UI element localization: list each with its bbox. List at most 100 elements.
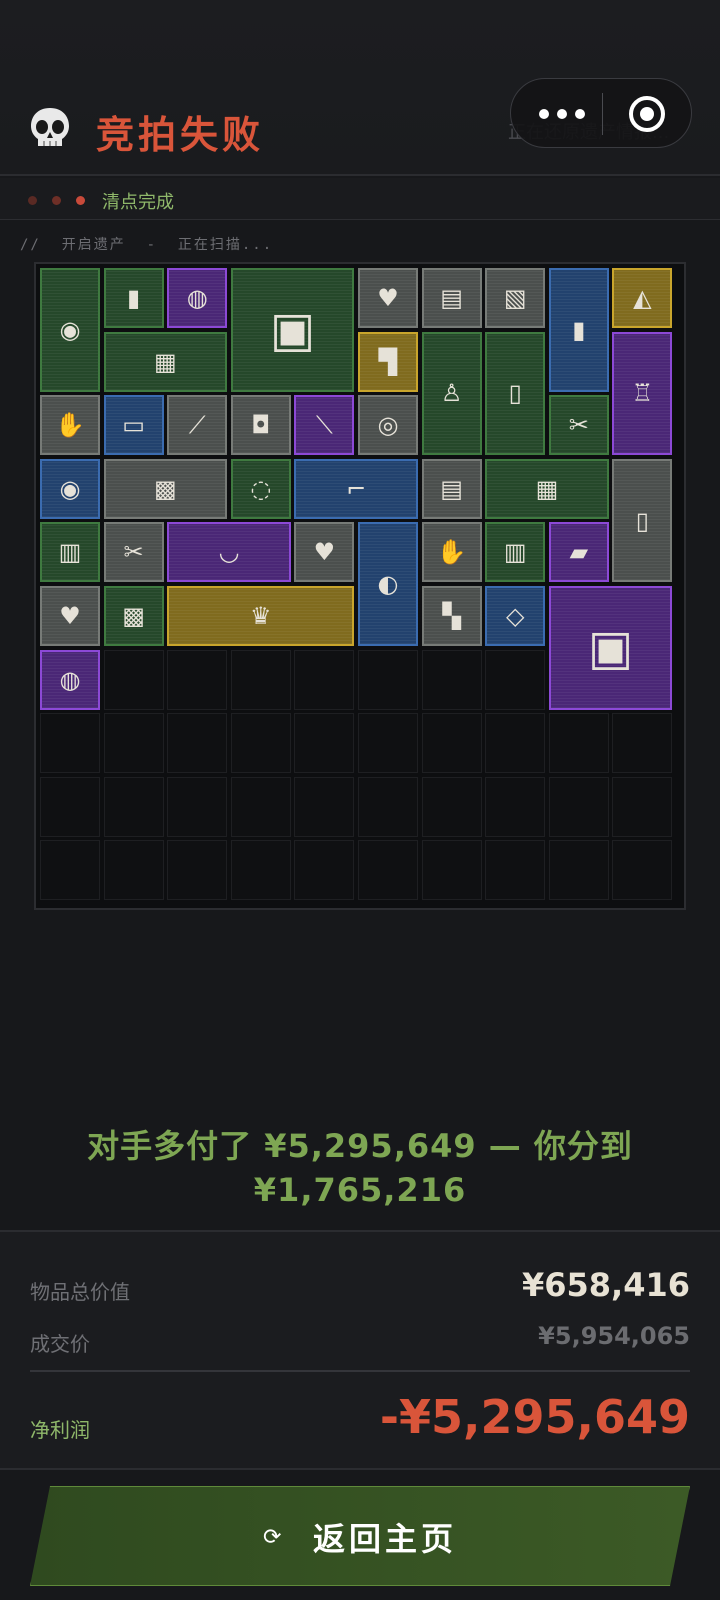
inhaler-item[interactable]: ▜ xyxy=(358,331,418,392)
inventory-slot xyxy=(40,840,100,901)
map-item[interactable]: ▦ xyxy=(485,458,609,519)
necklace-item[interactable]: ◡ xyxy=(167,522,291,583)
lantern-item[interactable]: ♖ xyxy=(612,331,673,456)
inventory-slot xyxy=(421,840,482,901)
status-dot xyxy=(52,196,61,205)
coin-item[interactable]: ◉ xyxy=(40,458,100,519)
card-item[interactable]: ♥ xyxy=(358,268,418,328)
result-line-2: ¥1,765,216 xyxy=(253,1171,467,1209)
inventory-slot xyxy=(167,776,228,837)
inventory-slot xyxy=(294,713,355,774)
inventory-slot xyxy=(612,713,673,774)
usb-item[interactable]: ▭ xyxy=(103,395,164,456)
spray-can-item[interactable]: ▯ xyxy=(485,331,546,456)
inventory-slot xyxy=(294,776,355,837)
return-home-button[interactable]: ⟳ 返回主页 xyxy=(30,1486,690,1586)
tiara-item[interactable]: ♛ xyxy=(167,586,355,646)
stethoscope-item[interactable]: ◐ xyxy=(358,522,418,646)
disc-item[interactable]: ◎ xyxy=(358,395,418,456)
spray-can-icon: ▯ xyxy=(508,379,522,408)
photo-item[interactable]: ▩ xyxy=(103,458,228,519)
photo-icon: ▩ xyxy=(154,474,177,503)
metal-sheet-icon: ◇ xyxy=(505,602,525,630)
summary-divider xyxy=(30,1370,690,1372)
summary-panel: 物品总价值 ¥658,416 成交价 ¥5,954,065 净利润 -¥5,29… xyxy=(0,1230,720,1470)
inventory-slot xyxy=(612,840,673,901)
statue-item[interactable]: ♙ xyxy=(421,331,482,456)
psu-icon: ▣ xyxy=(269,301,316,358)
circuit-board-item[interactable]: ▩ xyxy=(103,586,164,646)
card-item[interactable]: ♥ xyxy=(40,586,100,646)
lighter-icon: ▮ xyxy=(126,284,141,312)
inventory-slot xyxy=(358,649,418,710)
toothpaste-icon: ▯ xyxy=(635,506,649,535)
scan-text: // 开启遗产 - 正在扫描... xyxy=(20,237,274,253)
more-icon[interactable] xyxy=(539,101,589,127)
inventory-slot xyxy=(167,649,228,710)
bar-item[interactable]: ▰ xyxy=(548,522,609,583)
status-label: 清点完成 xyxy=(102,192,174,213)
ring-item[interactable]: ◍ xyxy=(40,649,100,710)
inventory-slot xyxy=(294,649,355,710)
pliers-item[interactable]: ✂ xyxy=(548,395,609,456)
ring-icon: ◍ xyxy=(59,665,81,694)
header-bar: 竞拍失败 正在还原遗产情报... xyxy=(0,0,720,176)
ball-item[interactable]: ◍ xyxy=(167,268,228,328)
pipe-item[interactable]: ⌐ xyxy=(294,458,418,519)
inhaler-icon: ▜ xyxy=(378,347,398,376)
total-value: ¥658,416 xyxy=(521,1266,690,1304)
lighter-item[interactable]: ▮ xyxy=(103,268,164,328)
gauge-item[interactable]: ◉ xyxy=(40,268,100,392)
metal-sheet-item[interactable]: ◇ xyxy=(485,586,546,646)
flashlight-item[interactable]: ⟍ xyxy=(294,395,355,456)
protein-can-item[interactable]: ▤ xyxy=(421,268,482,328)
inventory-slot xyxy=(167,713,228,774)
inventory-slot xyxy=(485,840,546,901)
tape-measure-item[interactable]: ◘ xyxy=(230,395,291,456)
necklace-icon: ◡ xyxy=(218,538,240,567)
skull-icon xyxy=(31,108,69,146)
glove-item[interactable]: ✋ xyxy=(40,395,100,456)
brush-item[interactable]: ⟋ xyxy=(167,395,228,456)
inventory-slot xyxy=(548,840,609,901)
circuit-board-icon: ▩ xyxy=(122,602,145,630)
card-item[interactable]: ♥ xyxy=(294,522,355,583)
blueprint-item[interactable]: ▦ xyxy=(103,331,228,392)
inventory-slot xyxy=(421,776,482,837)
card-icon: ♥ xyxy=(59,602,81,630)
cheese-item[interactable]: ◭ xyxy=(612,268,673,328)
gauge-icon: ◉ xyxy=(59,315,81,344)
inventory-slot xyxy=(358,840,418,901)
glove-item[interactable]: ✋ xyxy=(421,522,482,583)
inventory-slot xyxy=(358,776,418,837)
jar-item[interactable]: ▥ xyxy=(485,522,546,583)
tiara-icon: ♛ xyxy=(250,602,272,630)
scissors-item[interactable]: ✂ xyxy=(103,522,164,583)
miniapp-capsule[interactable] xyxy=(510,78,692,148)
incubator-item[interactable]: ▣ xyxy=(548,586,673,710)
black-powder-icon: ▮ xyxy=(572,315,586,344)
close-miniapp-icon[interactable] xyxy=(629,96,665,132)
inventory-slot xyxy=(548,776,609,837)
protein-can-icon: ▤ xyxy=(440,474,463,503)
inventory-slot xyxy=(40,776,100,837)
stethoscope-icon: ◐ xyxy=(377,570,399,599)
inventory-slot xyxy=(230,840,291,901)
card-icon: ♥ xyxy=(313,538,336,567)
grip-item[interactable]: ▚ xyxy=(421,586,482,646)
jar-icon: ▥ xyxy=(58,538,82,567)
tape-measure-icon: ◘ xyxy=(251,411,271,440)
glove-icon: ✋ xyxy=(436,538,467,567)
profit-value: -¥5,295,649 xyxy=(379,1390,690,1444)
protein-can-item[interactable]: ▤ xyxy=(421,458,482,519)
jar-item[interactable]: ▥ xyxy=(40,522,100,583)
psu-item[interactable]: ▣ xyxy=(230,268,355,392)
inventory-slot xyxy=(103,776,164,837)
hose-item[interactable]: ◌ xyxy=(230,458,291,519)
incubator-icon: ▣ xyxy=(587,619,634,676)
snack-item[interactable]: ▧ xyxy=(485,268,546,328)
inventory-slot xyxy=(485,776,546,837)
inventory-slot xyxy=(230,713,291,774)
toothpaste-item[interactable]: ▯ xyxy=(612,458,673,583)
black-powder-item[interactable]: ▮ xyxy=(548,268,609,392)
